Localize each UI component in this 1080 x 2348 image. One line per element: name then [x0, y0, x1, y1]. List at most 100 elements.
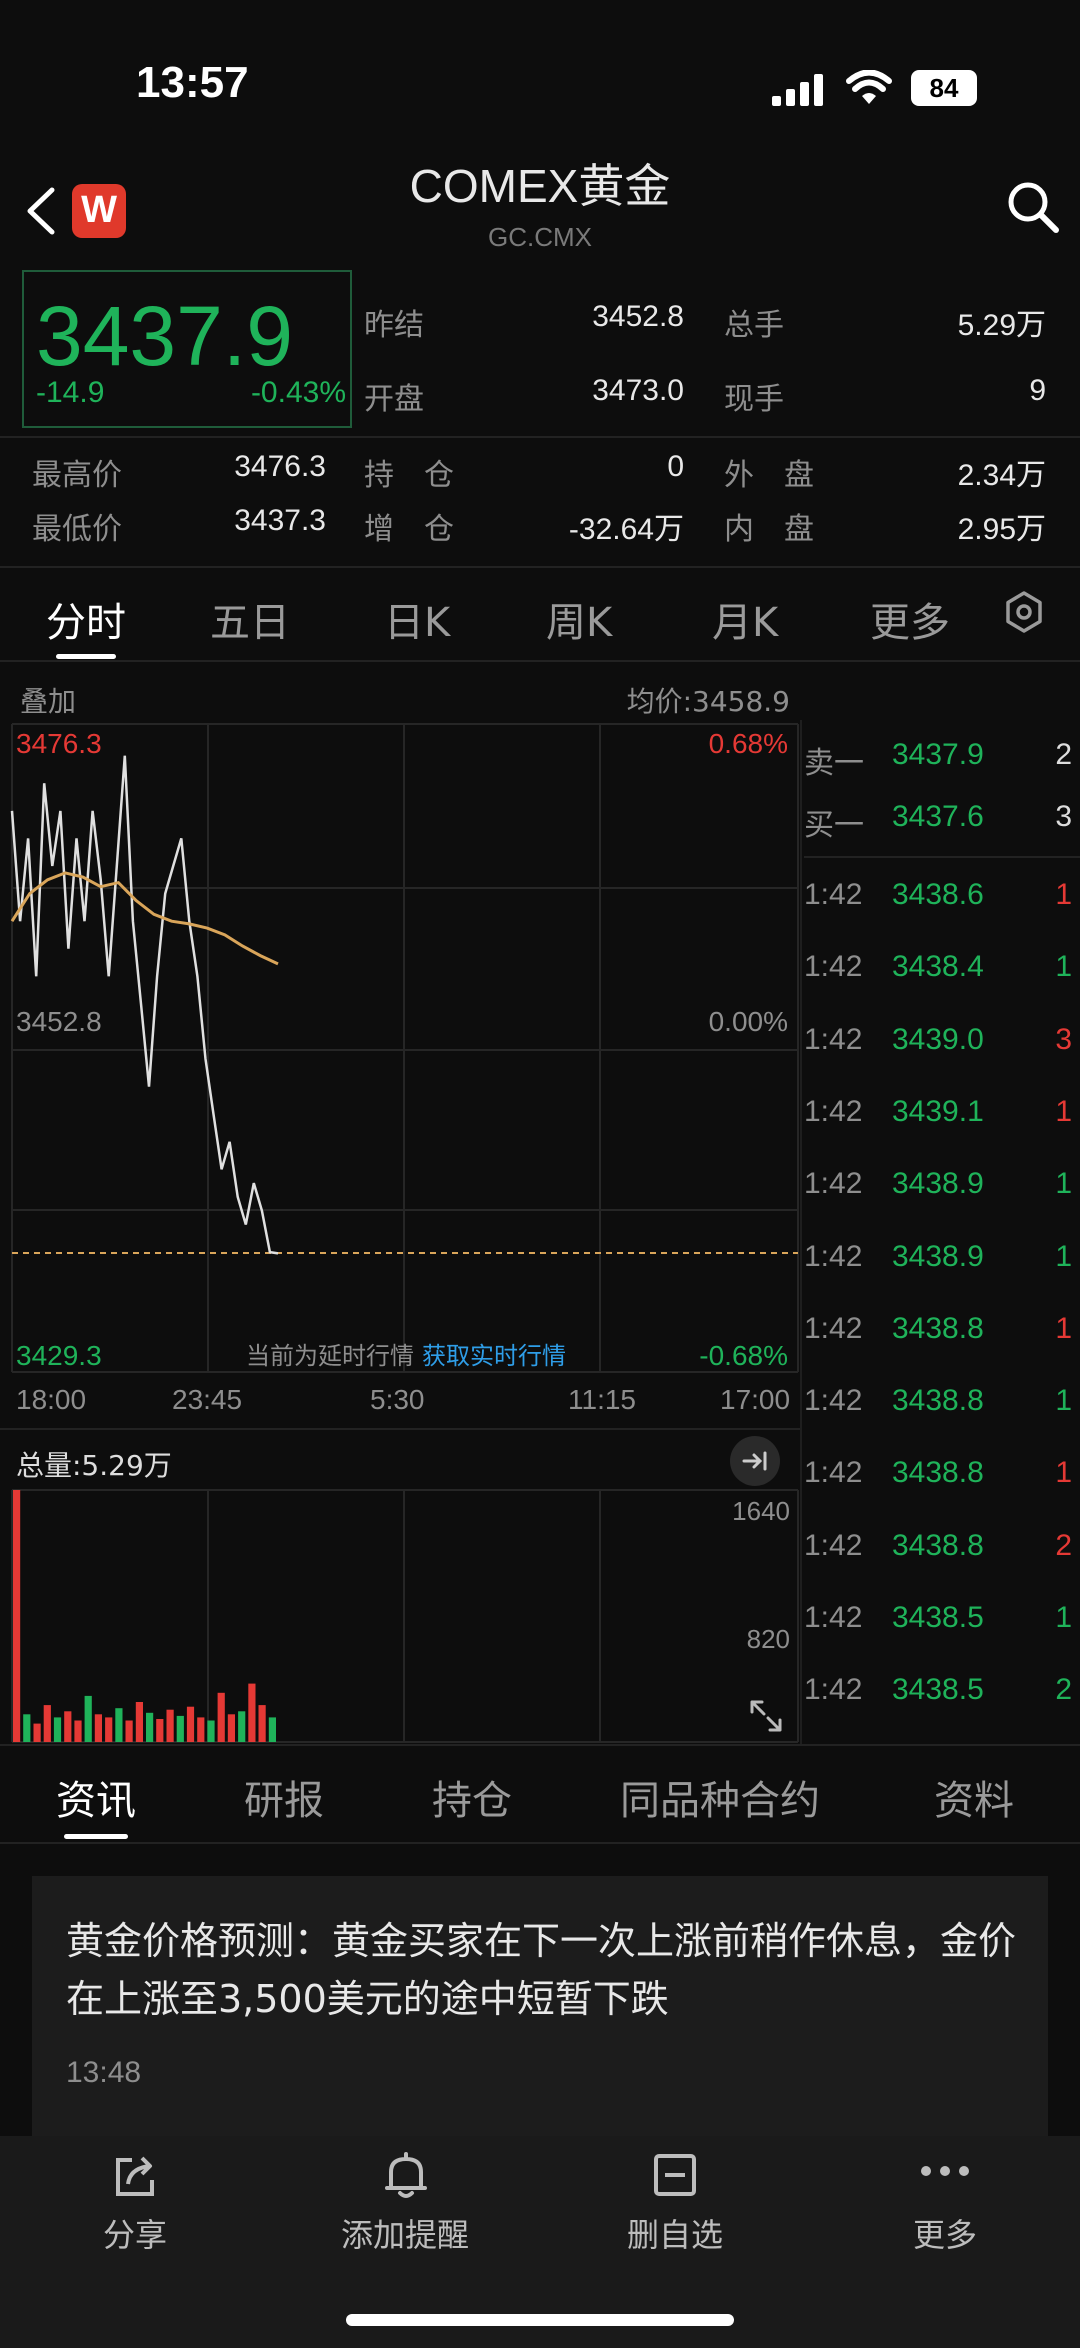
price-change: -14.9	[36, 376, 105, 409]
total-volume-label: 总手	[724, 308, 784, 343]
price-panel: 3437.9 -14.9 -0.43%	[22, 270, 352, 428]
trade-qty: 1	[1055, 1239, 1072, 1273]
more-label: 更多	[912, 2216, 977, 2254]
intraday-chart[interactable]	[0, 720, 800, 1376]
trade-row: 1:42 3439.0 3	[804, 1023, 1080, 1071]
trade-time: 1:42	[804, 1673, 863, 1707]
expand-icon[interactable]	[746, 1696, 786, 1740]
trade-row: 1:42 3438.5 1	[804, 1601, 1080, 1649]
trade-row: 1:42 3438.4 1	[804, 950, 1080, 998]
trade-price: 3438.5	[892, 1601, 984, 1634]
y-axis-bottom-price: 3429.3	[16, 1340, 102, 1371]
trade-time: 1:42	[804, 1601, 863, 1634]
x-axis-label: 18:00	[16, 1384, 87, 1415]
bid-qty: 3	[1055, 800, 1072, 833]
trade-time: 1:42	[804, 1384, 863, 1418]
low-label: 最低价	[32, 512, 122, 547]
bid-row: 买一 3437.6 3	[804, 800, 1080, 848]
news-card[interactable]: 黄金价格预测：黄金买家在下一次上涨前稍作休息，金价在上涨至3,500美元的途中短…	[32, 1876, 1048, 2136]
trade-time: 1:42	[804, 1022, 863, 1056]
news-headline[interactable]: 黄金价格预测：黄金买家在下一次上涨前稍作休息，金价在上涨至3,500美元的途中短…	[66, 1912, 1016, 2028]
divider	[0, 436, 1080, 438]
trade-qty: 1	[1055, 950, 1072, 984]
share-label: 分享	[102, 2216, 167, 2254]
tab-profile[interactable]: 资料	[934, 1768, 1014, 1826]
inner-volume-label: 内 盘	[724, 512, 814, 547]
trade-qty: 1	[1055, 878, 1072, 911]
volume-bar	[238, 1711, 246, 1742]
search-icon[interactable]	[1006, 180, 1060, 238]
overlay-button[interactable]: 叠加	[20, 680, 76, 720]
trade-qty: 2	[1055, 1528, 1072, 1562]
high-value: 3476.3	[234, 450, 326, 483]
avg-price-label: 均价:3458.9	[626, 685, 790, 718]
tab-more[interactable]: 更多	[870, 590, 950, 648]
y-axis-top-pct: 0.68%	[708, 728, 788, 759]
divider	[0, 566, 1080, 568]
open-interest-label: 持 仓	[364, 458, 454, 493]
trade-qty: 1	[1055, 1311, 1072, 1345]
trade-row: 1:42 3438.5 2	[804, 1673, 1080, 1721]
trade-row: 1:42 3438.8 1	[804, 1456, 1080, 1504]
tab-five-day[interactable]: 五日	[210, 590, 290, 648]
trade-price: 3438.9	[892, 1239, 984, 1273]
trade-row: 1:42 3438.8 1	[804, 1384, 1080, 1432]
realtime-quote-link[interactable]: 获取实时行情	[422, 1336, 566, 1371]
trade-price: 3438.4	[892, 950, 984, 984]
tab-related-contracts[interactable]: 同品种合约	[620, 1768, 820, 1826]
trade-price: 3439.1	[892, 1094, 984, 1128]
tab-news[interactable]: 资讯	[56, 1768, 136, 1826]
trade-qty: 3	[1055, 1022, 1072, 1056]
more-dots-icon	[921, 2166, 969, 2176]
wifi-icon	[846, 69, 892, 110]
trade-price: 3438.8	[892, 1384, 984, 1418]
trade-price: 3438.6	[892, 878, 984, 911]
bell-icon	[385, 2152, 427, 2198]
divider	[0, 1842, 1080, 1844]
prev-settle-value: 3452.8	[592, 300, 684, 333]
tab-intraday[interactable]: 分时	[46, 590, 126, 648]
y-axis-mid-price: 3452.8	[16, 1006, 102, 1037]
divider	[804, 856, 1080, 858]
y-axis-top-price: 3476.3	[16, 728, 102, 759]
tab-monthly-k[interactable]: 月K	[712, 590, 778, 648]
collapse-icon[interactable]	[730, 1436, 780, 1486]
tab-research[interactable]: 研报	[244, 1768, 324, 1826]
volume-bar	[258, 1705, 266, 1742]
volume-bar	[197, 1717, 205, 1742]
divider	[0, 1744, 1080, 1746]
volume-bar	[227, 1714, 235, 1742]
outer-volume-label: 外 盘	[724, 458, 814, 493]
tab-positions[interactable]: 持仓	[432, 1768, 512, 1826]
orderbook-divider	[800, 720, 802, 1744]
total-volume-value: 5.29万	[957, 309, 1046, 342]
settings-icon[interactable]	[1002, 590, 1046, 638]
tab-weekly-k[interactable]: 周K	[546, 590, 612, 648]
low-value: 3437.3	[234, 504, 326, 537]
signal-icon	[772, 74, 828, 110]
volume-bar	[125, 1720, 133, 1742]
volume-bar	[94, 1714, 102, 1742]
y-axis-bottom-pct: -0.68%	[699, 1340, 788, 1371]
news-time: 13:48	[66, 2056, 142, 2089]
open-value: 3473.0	[592, 374, 684, 407]
trade-price: 3439.0	[892, 1022, 984, 1056]
last-price: 3437.9	[36, 289, 293, 383]
volume-bar	[115, 1708, 123, 1742]
trade-time: 1:42	[804, 1456, 863, 1490]
current-volume-label: 现手	[724, 382, 784, 417]
battery-indicator: 84	[911, 70, 977, 106]
bid-label: 买一	[804, 809, 864, 842]
tab-underline	[56, 654, 116, 659]
remove-watchlist-label: 删自选	[626, 2216, 723, 2254]
volume-bar	[176, 1715, 184, 1742]
average-price-line	[10, 871, 279, 966]
trade-qty: 1	[1055, 1601, 1072, 1634]
volume-bar	[146, 1712, 154, 1742]
tab-daily-k[interactable]: 日K	[384, 590, 450, 648]
page-title: COMEX黄金	[409, 160, 671, 212]
volume-bar	[13, 1490, 21, 1742]
trade-time: 1:42	[804, 950, 863, 984]
add-alert-label: 添加提醒	[340, 2216, 469, 2254]
trade-time: 1:42	[804, 1311, 863, 1345]
